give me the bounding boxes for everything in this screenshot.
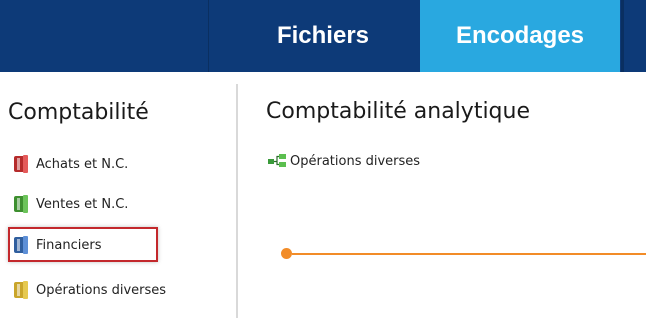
yellow-ledger-icon [14,281,30,299]
main-item-label: Opérations diverses [290,153,421,169]
sidebar-item-label: Ventes et N.C. [36,196,129,212]
timeline-line [292,253,646,255]
topbar-edge [621,0,624,72]
red-ledger-icon [14,155,30,173]
selection-highlight [8,227,158,262]
sidebar-title: Comptabilité [8,100,149,125]
timeline-start-dot [281,248,292,259]
sidebar-item-ventes[interactable]: Ventes et N.C. [14,190,128,218]
sidebar-item-label: Opérations diverses [36,282,167,298]
green-ledger-icon [14,195,30,213]
sidebar-item-operations-diverses[interactable]: Opérations diverses [14,276,166,304]
hierarchy-icon [268,153,286,169]
sidebar-divider [236,84,238,318]
tab-fichiers[interactable]: Fichiers [248,0,398,72]
main-item-operations-diverses[interactable]: Opérations diverses [268,150,420,172]
page-title: Comptabilité analytique [266,99,530,124]
topbar-separator [208,0,209,72]
sidebar-item-label: Achats et N.C. [36,156,129,172]
tab-encodages[interactable]: Encodages [420,0,620,72]
sidebar-item-achats[interactable]: Achats et N.C. [14,150,128,178]
